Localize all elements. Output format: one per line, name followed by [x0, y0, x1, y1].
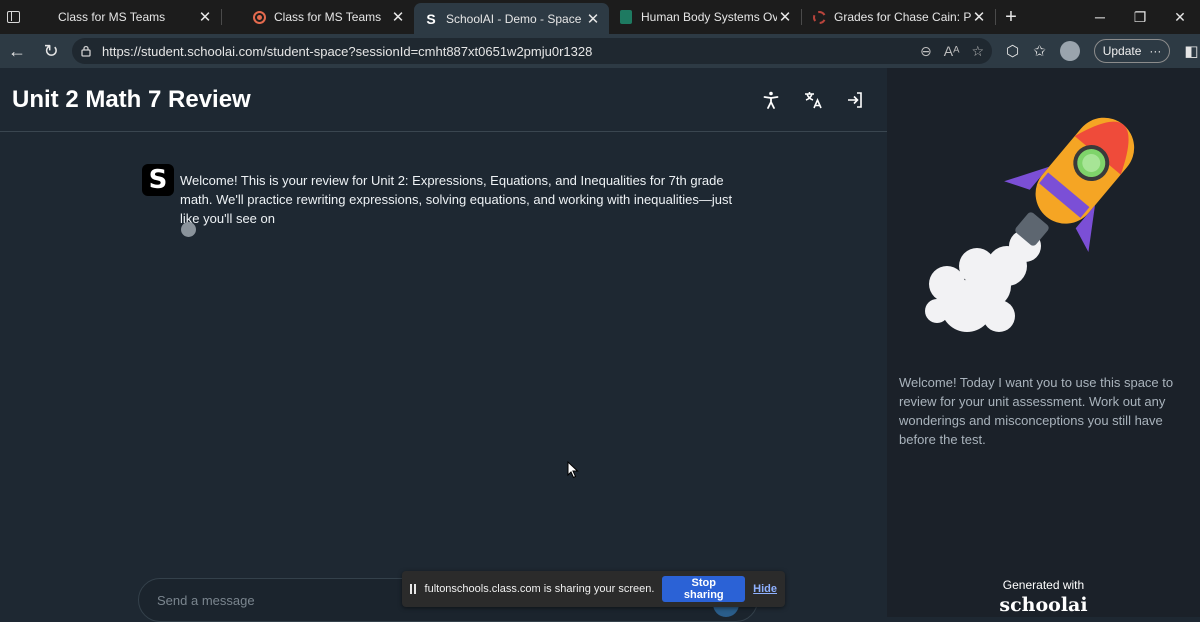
more-options-icon: ···: [1149, 44, 1162, 58]
address-bar[interactable]: https://student.schoolai.com/student-spa…: [72, 38, 992, 64]
translate-icon[interactable]: [803, 90, 823, 110]
screen-sharing-bar: fultonschools.class.com is sharing your …: [402, 571, 785, 607]
browser-tab-3[interactable]: S SchoolAI - Demo - Space ✕: [414, 3, 609, 34]
rocket-illustration: [907, 116, 1147, 346]
page-title: Unit 2 Math 7 Review: [12, 85, 251, 113]
close-icon[interactable]: ✕: [585, 10, 601, 28]
sharing-status-text: fultonschools.class.com is sharing your …: [424, 583, 655, 595]
close-icon[interactable]: ✕: [777, 8, 793, 26]
assistant-message: S Welcome! This is your review for Unit …: [142, 164, 742, 228]
close-icon[interactable]: ✕: [390, 8, 406, 26]
update-label: Update: [1102, 44, 1142, 58]
grades-icon: [812, 10, 826, 24]
chat-panel: Unit 2 Math 7 Review S Welcome! This is …: [0, 68, 887, 622]
browser-tab-5[interactable]: Grades for Chase Cain: Period ✕: [802, 0, 995, 34]
extensions-icon[interactable]: ⬡: [1006, 42, 1019, 60]
zoom-icon[interactable]: ⊖: [920, 43, 932, 60]
tab-actions-menu[interactable]: [0, 0, 26, 34]
window-controls: ─ ❐ ✕: [1080, 0, 1200, 34]
browser-tab-4[interactable]: Human Body Systems Overvie ✕: [609, 0, 801, 34]
schoolai-logo-icon: S: [142, 164, 174, 196]
teams-icon: [36, 10, 50, 24]
minimize-button[interactable]: ─: [1080, 0, 1120, 34]
generated-with-label: Generated with: [1002, 578, 1085, 592]
tab-label: Class for MS Teams: [58, 10, 166, 24]
read-aloud-icon[interactable]: A͏ᴬ: [944, 43, 960, 60]
profile-avatar[interactable]: [1059, 41, 1080, 61]
arrow-left-icon: ←: [8, 40, 26, 61]
close-window-button[interactable]: ✕: [1160, 0, 1200, 34]
new-tab-button[interactable]: +: [996, 0, 1026, 34]
tab-label: Grades for Chase Cain: Period: [834, 10, 971, 24]
tab-label: SchoolAI - Demo - Space: [446, 11, 582, 26]
update-button[interactable]: Update ···: [1093, 39, 1171, 63]
schoolai-brand-logo: schoolai: [999, 594, 1088, 616]
close-icon[interactable]: ✕: [971, 8, 987, 26]
slides-icon: [619, 10, 633, 24]
browser-tab-strip: Class for MS Teams ✕ Class for MS Teams …: [0, 0, 1200, 34]
reload-button[interactable]: ↻: [34, 34, 68, 68]
browser-toolbar: ← ↻ https://student.schoolai.com/student…: [0, 34, 1200, 68]
close-icon[interactable]: ✕: [197, 8, 213, 26]
tab-label: Class for MS Teams: [274, 10, 382, 24]
plus-icon: +: [1005, 5, 1017, 28]
space-sidebar: Welcome! Today I want you to use this sp…: [887, 68, 1200, 617]
typing-indicator: [181, 222, 196, 237]
recording-icon: [252, 10, 266, 24]
hide-link[interactable]: Hide: [753, 583, 777, 595]
pause-icon: [410, 584, 417, 594]
accessibility-icon[interactable]: [761, 90, 781, 110]
favorite-star-icon[interactable]: ☆: [971, 43, 984, 60]
back-button[interactable]: ←: [0, 34, 34, 68]
browser-tab-1[interactable]: Class for MS Teams ✕: [26, 0, 221, 34]
restore-button[interactable]: ❐: [1120, 0, 1160, 34]
tab-label: Human Body Systems Overvie: [641, 10, 777, 24]
tab-actions-icon: [6, 11, 20, 23]
space-header: Unit 2 Math 7 Review: [0, 68, 887, 132]
teams-icon: [232, 10, 246, 24]
reload-icon: ↻: [43, 40, 59, 61]
message-text: Welcome! This is your review for Unit 2:…: [180, 173, 733, 226]
exit-icon[interactable]: [845, 90, 865, 110]
schoolai-icon: S: [426, 10, 436, 27]
sidebar-toggle-icon[interactable]: ◧: [1184, 42, 1198, 60]
site-info-icon[interactable]: [80, 44, 94, 58]
favorites-icon[interactable]: ✩: [1033, 42, 1046, 60]
stop-sharing-button[interactable]: Stop sharing: [662, 576, 746, 602]
url-text: https://student.schoolai.com/student-spa…: [102, 43, 593, 59]
browser-tab-2[interactable]: Class for MS Teams ✕: [222, 0, 414, 34]
space-description: Welcome! Today I want you to use this sp…: [899, 375, 1174, 447]
